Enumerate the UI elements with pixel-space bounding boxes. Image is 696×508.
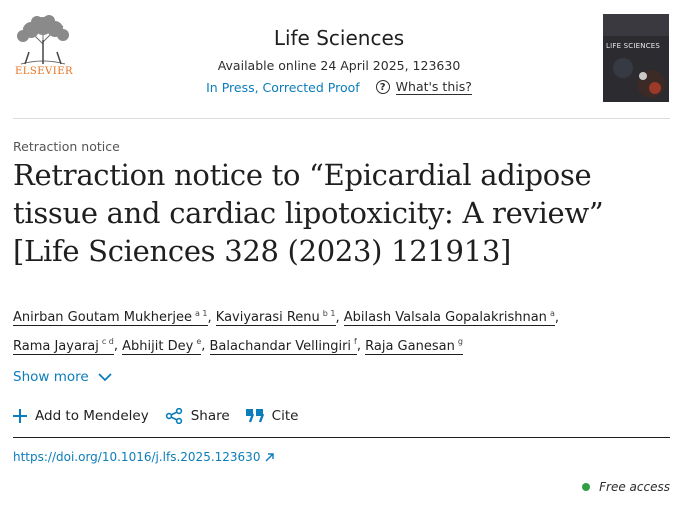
- actions-divider: [13, 437, 670, 438]
- access-dot-icon: [582, 483, 591, 491]
- article-actions: Add to Mendeley Share Cite: [13, 408, 314, 424]
- author-link[interactable]: Rama Jayaraj c d: [13, 337, 114, 355]
- whats-this-label: What's this?: [395, 79, 472, 95]
- availability-text: Available online 24 April 2025, 123630: [217, 58, 461, 73]
- author-link[interactable]: Abilash Valsala Gopalakrishnan a: [343, 309, 555, 327]
- external-link-icon: [265, 452, 275, 461]
- journal-header: Life Sciences Available online 24 April …: [196, 26, 482, 95]
- article-type: Retraction notice: [13, 139, 120, 154]
- mendeley-label: Add to Mendeley: [35, 408, 149, 424]
- quote-icon: [245, 409, 264, 423]
- cite-button[interactable]: Cite: [245, 408, 299, 424]
- chevron-down-icon: [98, 372, 112, 381]
- access-label: Free access: [599, 480, 670, 494]
- share-icon: [165, 408, 182, 424]
- question-circle-icon: ?: [375, 80, 390, 94]
- publisher-wordmark: ELSEVIER: [14, 66, 74, 77]
- author-link[interactable]: Kaviyarasi Renu b 1: [215, 309, 336, 327]
- journal-title[interactable]: Life Sciences: [196, 26, 482, 50]
- in-press-link[interactable]: In Press, Corrected Proof: [206, 80, 360, 95]
- access-badge: Free access: [582, 480, 670, 494]
- author-link[interactable]: Abhijit Dey e: [122, 337, 202, 355]
- doi-link[interactable]: https://doi.org/10.1016/j.lfs.2025.12363…: [13, 450, 275, 464]
- show-more-label: Show more: [13, 369, 89, 385]
- status-row: In Press, Corrected Proof ? What's this?: [196, 79, 482, 95]
- author-link[interactable]: Balachandar Vellingiri f: [209, 337, 357, 355]
- author-list: Anirban Goutam Mukherjee a 1, Kaviyarasi …: [13, 309, 559, 355]
- add-to-mendeley-button[interactable]: Add to Mendeley: [13, 408, 149, 424]
- doi-text: https://doi.org/10.1016/j.lfs.2025.12363…: [13, 450, 261, 464]
- show-more-button[interactable]: Show more: [13, 369, 112, 385]
- share-button[interactable]: Share: [165, 408, 230, 424]
- header-divider: [13, 118, 670, 119]
- journal-cover-image[interactable]: LIFE SCIENCES: [603, 14, 669, 102]
- whats-this-button[interactable]: ? What's this?: [375, 79, 472, 95]
- cite-label: Cite: [271, 408, 299, 424]
- plus-icon: [13, 409, 27, 423]
- author-link[interactable]: Anirban Goutam Mukherjee a 1: [13, 309, 208, 327]
- author-link[interactable]: Raja Ganesan g: [365, 337, 463, 355]
- article-title: Retraction notice to “Epicardial adipose…: [13, 158, 604, 268]
- cover-title: LIFE SCIENCES: [606, 42, 661, 50]
- share-label: Share: [190, 408, 230, 424]
